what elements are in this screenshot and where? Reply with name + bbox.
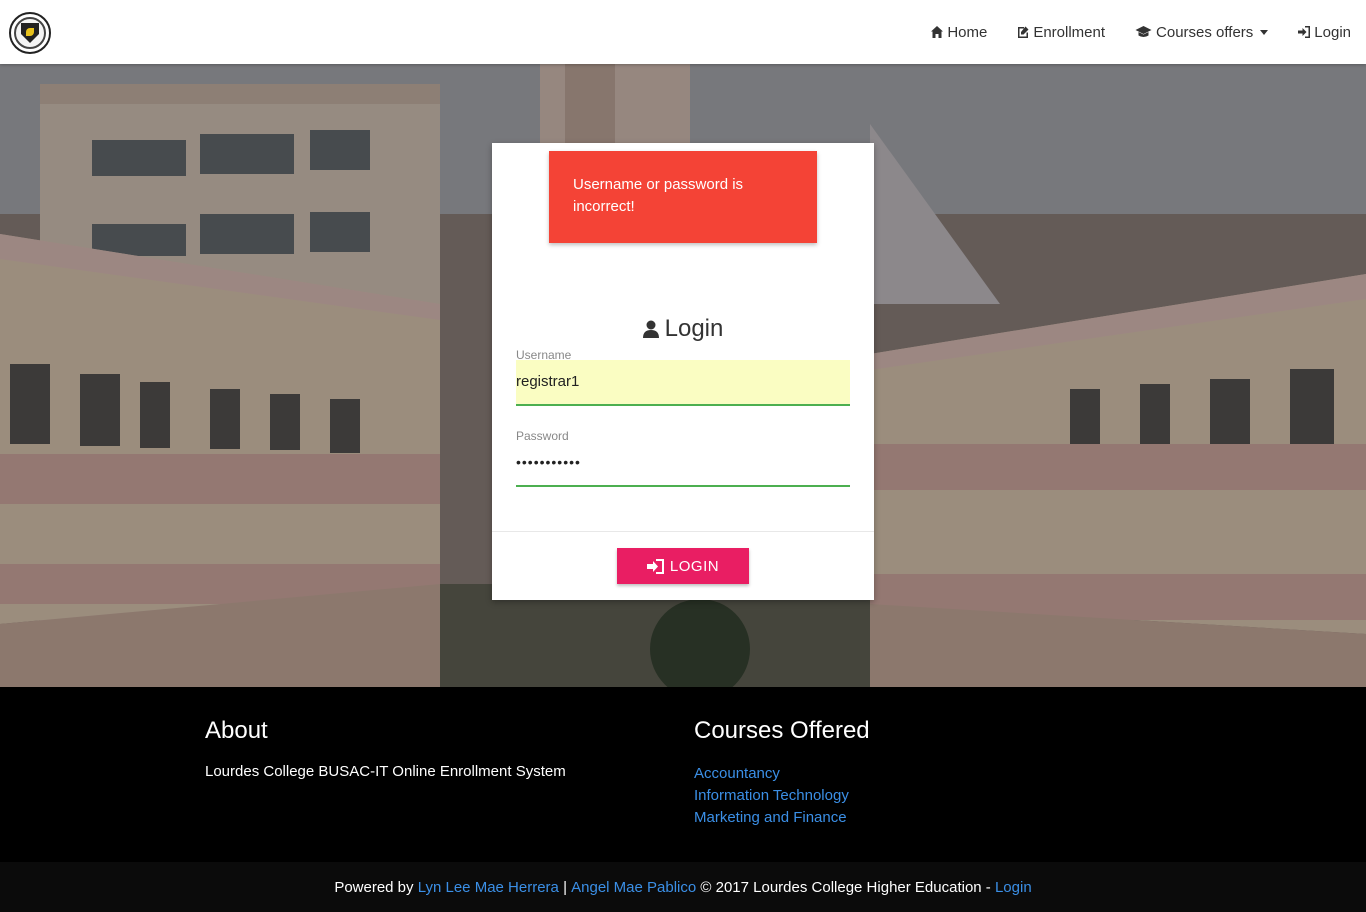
edit-icon <box>1018 26 1029 38</box>
login-button-label: LOGIN <box>669 557 720 575</box>
course-link-accountancy[interactable]: Accountancy <box>694 763 849 785</box>
copyright-bar: Powered by Lyn Lee Mae Herrera | Angel M… <box>0 862 1366 912</box>
sign-in-icon <box>1298 26 1311 38</box>
about-text: Lourdes College BUSAC-IT Online Enrollme… <box>205 763 566 780</box>
college-logo[interactable] <box>9 12 51 54</box>
chevron-down-icon <box>1260 29 1269 35</box>
about-heading: About <box>205 717 268 744</box>
nav-enrollment[interactable]: Enrollment <box>1002 0 1120 64</box>
course-link-it[interactable]: Information Technology <box>694 785 849 807</box>
nav-login-label: Login <box>1314 23 1351 41</box>
error-alert: Username or password is incorrect! <box>549 151 817 243</box>
top-navbar: Home Enrollment Courses offers Login <box>0 0 1366 64</box>
login-card: Username or password is incorrect! Login… <box>492 143 874 600</box>
sign-in-icon <box>646 558 664 574</box>
nav-home[interactable]: Home <box>916 0 1002 64</box>
courses-links: Accountancy Information Technology Marke… <box>694 763 849 829</box>
author-link-1[interactable]: Lyn Lee Mae Herrera <box>418 879 559 896</box>
login-heading-text: Login <box>664 315 724 342</box>
user-icon <box>642 320 659 338</box>
copyright-text: © 2017 Lourdes College Higher Education … <box>700 878 991 896</box>
nav-menu: Home Enrollment Courses offers Login <box>916 0 1351 64</box>
nav-home-label: Home <box>947 23 988 41</box>
nav-courses-label: Courses offers <box>1156 23 1254 41</box>
course-link-marketing[interactable]: Marketing and Finance <box>694 807 849 829</box>
author-link-2[interactable]: Angel Mae Pablico <box>571 879 696 896</box>
nav-login[interactable]: Login <box>1283 0 1351 64</box>
courses-heading: Courses Offered <box>694 717 870 744</box>
powered-by-text: Powered by <box>334 878 414 896</box>
footer: About Lourdes College BUSAC-IT Online En… <box>0 687 1366 862</box>
login-heading: Login <box>492 315 874 343</box>
username-input[interactable]: registrar1 <box>516 360 850 406</box>
nav-enrollment-label: Enrollment <box>1033 23 1106 41</box>
graduation-cap-icon <box>1135 26 1152 37</box>
nav-courses-dropdown[interactable]: Courses offers <box>1120 0 1283 64</box>
card-divider <box>492 531 874 532</box>
password-input[interactable]: ••••••••••• <box>516 440 850 487</box>
author-separator: | <box>563 878 567 896</box>
footer-login-link[interactable]: Login <box>995 879 1032 896</box>
login-button[interactable]: LOGIN <box>617 548 749 584</box>
home-icon <box>931 26 944 38</box>
